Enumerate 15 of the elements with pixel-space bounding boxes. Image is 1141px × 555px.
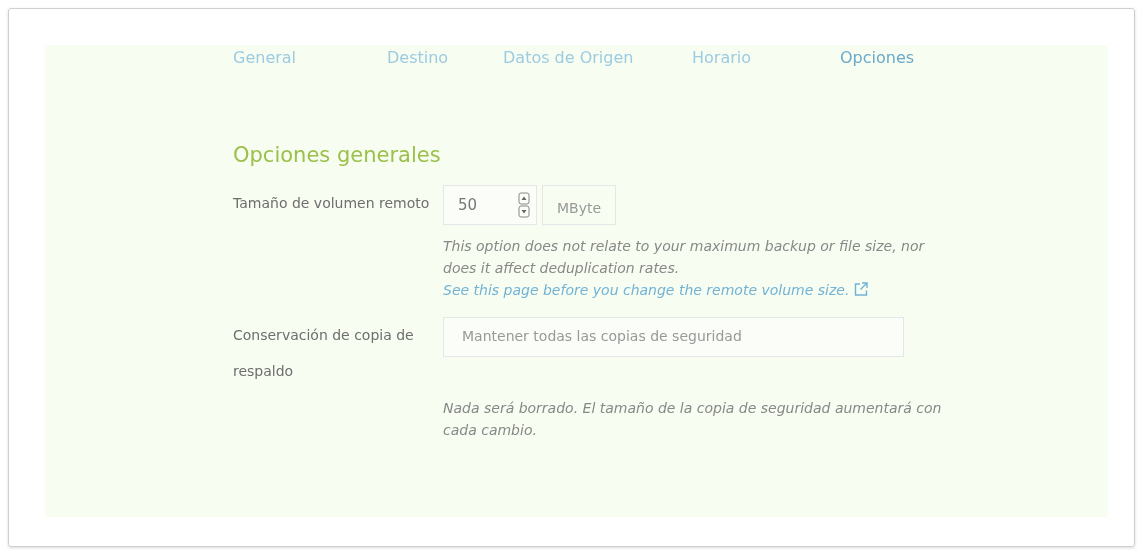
field-label: Conservación de copia de respaldo	[233, 326, 415, 381]
help-text: Nada será borrado. El tamaño de la copia de seguridad aumentará con cada cambio.	[443, 399, 943, 440]
section-title: Opciones generales	[233, 143, 442, 167]
dropdown-field[interactable]: Mantener todas las copias de seguridad	[443, 317, 904, 357]
help-text: This option does not relate to your maximum backup or file size, nor does it affect deduplication rates. See this page before you change the remote volume size.	[443, 237, 926, 300]
unit-label: MByte	[542, 185, 617, 225]
number-field[interactable]: 50	[443, 185, 537, 225]
field-label: Tamaño de volumen remoto	[233, 194, 431, 213]
tab[interactable]: Opciones	[840, 47, 915, 67]
tab[interactable]: Destino	[387, 47, 503, 67]
help-link[interactable]: See this page before you change the remote volume size.	[443, 282, 850, 298]
tab[interactable]: General	[233, 47, 387, 67]
tab[interactable]: Datos de Origen	[503, 47, 692, 67]
spinner-icon[interactable]	[518, 192, 530, 218]
tab[interactable]: Horario	[692, 47, 840, 67]
